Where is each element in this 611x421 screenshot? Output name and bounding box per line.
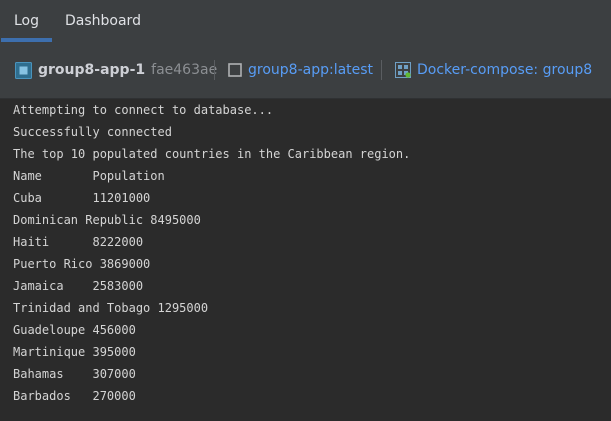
- compose-grid-icon: [395, 62, 411, 78]
- log-line: Puerto Rico 3869000: [13, 257, 151, 271]
- container-name: group8-app-1: [38, 62, 146, 78]
- log-line: Successfully connected: [13, 125, 172, 139]
- log-line: Name Population: [13, 169, 165, 183]
- tab-dashboard[interactable]: Dashboard: [65, 0, 141, 42]
- log-line: Jamaica 2583000: [13, 279, 144, 293]
- container-square-icon: [15, 61, 32, 79]
- log-line: Bahamas 307000: [13, 367, 136, 381]
- tool-window-tabs: Log Dashboard: [0, 0, 611, 42]
- log-line: Attempting to connect to database...: [13, 103, 274, 117]
- image-link-label: group8-app:latest: [248, 62, 374, 78]
- log-line: Guadeloupe 456000: [13, 323, 136, 337]
- header-separator: [214, 60, 215, 80]
- log-line: Trinidad and Tobago 1295000: [13, 301, 209, 315]
- log-line: The top 10 populated countries in the Ca…: [13, 147, 411, 161]
- log-line: Cuba 11201000: [13, 191, 151, 205]
- compose-link-label: Docker-compose: group8: [417, 62, 593, 78]
- container-info[interactable]: group8-app-1 fae463ae: [15, 42, 217, 98]
- image-square-icon: [228, 63, 242, 77]
- running-status-icon: [405, 72, 411, 78]
- container-id: fae463ae: [151, 62, 218, 78]
- header-separator: [381, 60, 382, 80]
- log-line: Barbados 270000: [13, 389, 136, 403]
- compose-link[interactable]: Docker-compose: group8: [395, 42, 592, 98]
- log-line: Dominican Republic 8495000: [13, 213, 201, 227]
- log-console[interactable]: Attempting to connect to database... Suc…: [0, 99, 611, 421]
- container-header: group8-app-1 fae463ae group8-app:latest …: [0, 42, 611, 99]
- tab-log[interactable]: Log: [14, 0, 39, 42]
- log-line: Haiti 8222000: [13, 235, 144, 249]
- log-line: Martinique 395000: [13, 345, 136, 359]
- image-link[interactable]: group8-app:latest: [228, 42, 373, 98]
